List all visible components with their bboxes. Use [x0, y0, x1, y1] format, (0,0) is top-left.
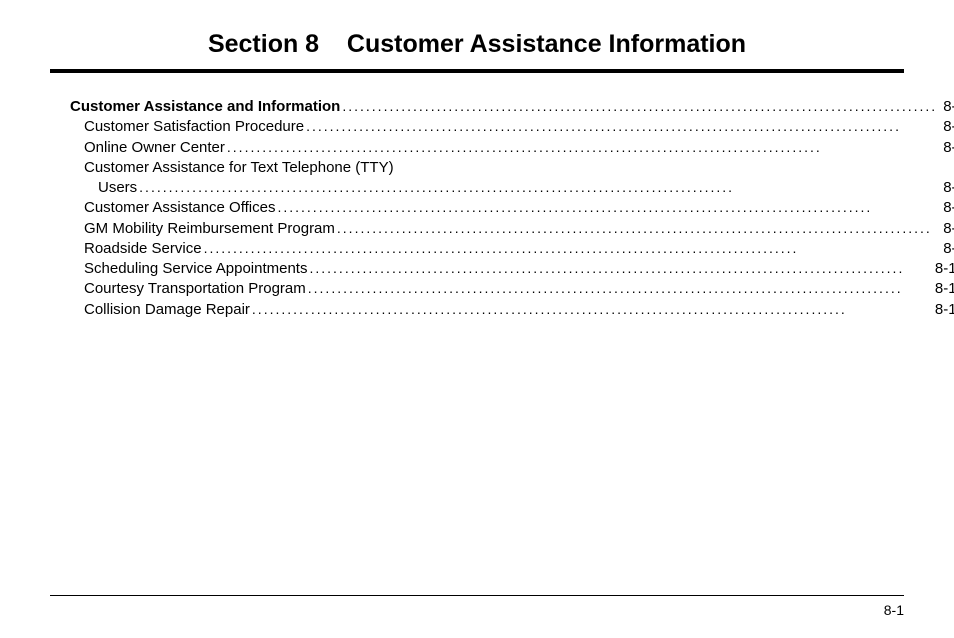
toc-entry: GM Mobility Reimbursement Program 8-7 [70, 219, 954, 239]
toc-columns: Customer Assistance and Information8-2Cu… [50, 97, 904, 367]
toc-entry-page: 8-10 [931, 279, 954, 299]
title-rule [50, 69, 904, 73]
toc-entry-page: 8-6 [939, 178, 954, 198]
footer-rule [50, 595, 904, 596]
toc-entry-page: 8-10 [931, 259, 954, 279]
toc-entry-leader [335, 219, 939, 238]
title-prefix: Section 8 [208, 30, 319, 58]
toc-entry-leader [307, 259, 930, 278]
toc-entry-page: 8-6 [939, 198, 954, 218]
toc-entry-page: 8-2 [939, 97, 954, 117]
toc-left-column: Customer Assistance and Information8-2Cu… [70, 97, 954, 367]
toc-entry: Roadside Service 8-8 [70, 239, 954, 259]
toc-entry-leader [225, 138, 939, 157]
toc-entry: Customer Satisfaction Procedure 8-2 [70, 117, 954, 137]
toc-entry-label: Collision Damage Repair [84, 300, 250, 320]
title-main: Customer Assistance Information [347, 30, 746, 58]
toc-entry: Customer Assistance for Text Telephone (… [70, 158, 954, 178]
toc-entry-page: 8-2 [939, 117, 954, 137]
toc-entry-leader [306, 279, 931, 298]
toc-entry-leader [340, 97, 939, 116]
toc-entry: Customer Assistance and Information 8-2 [70, 97, 954, 117]
toc-entry: Courtesy Transportation Program 8-10 [70, 279, 954, 299]
section-title: Section 8 Customer Assistance Informatio… [50, 30, 904, 59]
toc-entry: Users 8-6 [70, 178, 954, 198]
toc-entry-page: 8-12 [931, 300, 954, 320]
toc-entry-leader [275, 198, 939, 217]
toc-entry-label: Courtesy Transportation Program [84, 279, 306, 299]
toc-entry-label: GM Mobility Reimbursement Program [84, 219, 335, 239]
toc-entry-label: Online Owner Center [84, 138, 225, 158]
toc-entry-page: 8-7 [939, 219, 954, 239]
toc-entry-label: Customer Assistance and Information [70, 97, 340, 117]
toc-entry-label: Customer Assistance Offices [84, 198, 275, 218]
toc-entry-leader [250, 300, 931, 319]
toc-entry-page: 8-5 [939, 138, 954, 158]
toc-entry-leader [304, 117, 939, 136]
toc-entry-label: Roadside Service [84, 239, 202, 259]
toc-entry: Collision Damage Repair 8-12 [70, 300, 954, 320]
toc-entry-leader [137, 178, 939, 197]
toc-entry-page: 8-8 [939, 239, 954, 259]
toc-entry-label: Scheduling Service Appointments [84, 259, 307, 279]
toc-entry-leader [202, 239, 940, 258]
toc-entry-label: Users [98, 178, 137, 198]
toc-entry: Online Owner Center 8-5 [70, 138, 954, 158]
toc-entry-label: Customer Assistance for Text Telephone (… [84, 158, 394, 178]
toc-entry: Scheduling Service Appointments 8-10 [70, 259, 954, 279]
page-footer: 8-1 [50, 595, 904, 618]
toc-entry-label: Customer Satisfaction Procedure [84, 117, 304, 137]
page-number: 8-1 [50, 602, 904, 618]
toc-entry: Customer Assistance Offices 8-6 [70, 198, 954, 218]
